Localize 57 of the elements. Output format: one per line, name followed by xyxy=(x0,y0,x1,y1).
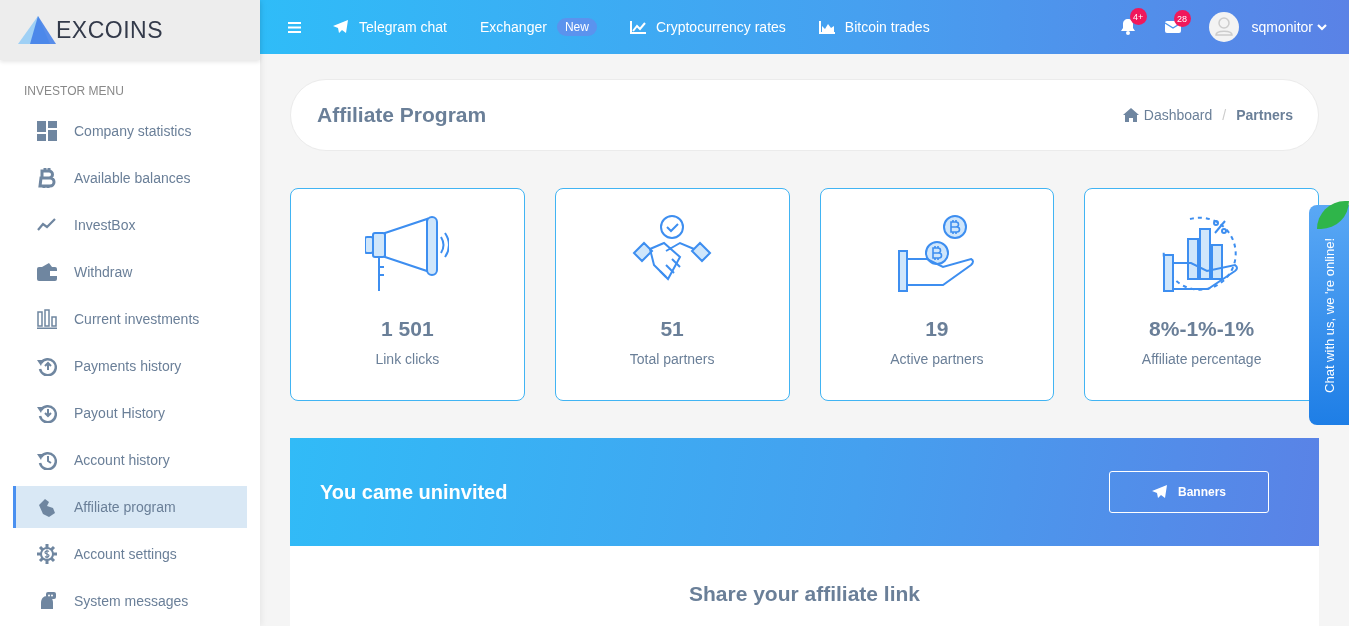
envelope-icon[interactable] xyxy=(1164,21,1181,33)
sidebar-item[interactable]: Withdraw xyxy=(13,251,247,293)
line-chart-icon xyxy=(629,20,646,34)
stat-label: Link clicks xyxy=(375,351,440,367)
menu-heading: INVESTOR MENU xyxy=(23,83,125,100)
banner-title: You came uninvited xyxy=(320,480,508,504)
sidebar-item[interactable]: Current investments xyxy=(13,298,247,340)
banners-button[interactable]: Banners xyxy=(1109,471,1269,513)
share-title: Share your affiliate link xyxy=(688,582,921,607)
sidebar-item[interactable]: Account settings xyxy=(13,533,247,575)
breadcrumb-link[interactable]: Partners xyxy=(1236,107,1293,123)
breadcrumb-separator: / xyxy=(1222,107,1227,123)
trend-line-icon xyxy=(36,218,58,232)
avatar-icon xyxy=(1208,12,1239,42)
stat-label: Affiliate percentage xyxy=(1141,351,1262,367)
nav-link[interactable]: Telegram chat xyxy=(333,19,447,35)
count-badge: 4+ xyxy=(1129,8,1147,25)
bar-chart-icon xyxy=(36,309,58,329)
history-icon xyxy=(36,450,58,470)
sidebar-item[interactable]: Company statistics xyxy=(13,110,247,152)
stat-value: 19 xyxy=(925,317,949,341)
sidebar-item[interactable]: InvestBox xyxy=(13,204,247,246)
user-menu[interactable]: sqmonitor xyxy=(1251,19,1327,35)
nav-link[interactable]: Exchanger New xyxy=(479,18,597,36)
count-badge: 28 xyxy=(1173,10,1191,27)
wallet-icon xyxy=(36,263,58,281)
gear-dollar-icon xyxy=(36,544,58,564)
menu-icon xyxy=(288,21,301,33)
nav-link[interactable]: Cryptocurrency rates xyxy=(629,19,786,35)
history-down-icon xyxy=(36,403,58,423)
breadcrumb-link[interactable]: Dashboard xyxy=(1122,107,1213,123)
chevron-down-icon xyxy=(1317,23,1327,31)
history-up-icon xyxy=(36,356,58,376)
sidebar-item[interactable]: Account history xyxy=(13,439,247,481)
sidebar-item[interactable]: Payments history xyxy=(13,345,247,387)
sidebar-item[interactable]: Affiliate program xyxy=(13,486,247,528)
bell-icon[interactable] xyxy=(1120,19,1135,35)
stat-value: 1 501 xyxy=(381,317,434,341)
online-indicator xyxy=(1317,201,1349,229)
stat-label: Active partners xyxy=(890,351,984,367)
sidebar-item[interactable]: Payout History xyxy=(13,392,247,434)
send-icon xyxy=(1152,485,1168,499)
stat-value: 51 xyxy=(660,317,684,341)
stat-value: 8%-1%-1% xyxy=(1149,317,1255,341)
logo-text[interactable]: EXCOINS xyxy=(56,16,164,44)
home-icon xyxy=(1122,108,1139,122)
bitcoin-icon xyxy=(36,168,58,188)
send-icon xyxy=(333,20,349,34)
dashboard-icon xyxy=(36,121,58,141)
area-chart-icon xyxy=(818,20,835,34)
sidebar-item[interactable]: Available balances xyxy=(13,157,247,199)
new-badge: New xyxy=(556,18,597,36)
sidebar-item[interactable]: System messages xyxy=(13,580,247,622)
nav-link[interactable]: Bitcoin trades xyxy=(818,19,930,35)
logo-icon xyxy=(18,16,58,44)
page-title: Affiliate Program xyxy=(317,103,487,127)
stat-label: Total partners xyxy=(629,351,715,367)
